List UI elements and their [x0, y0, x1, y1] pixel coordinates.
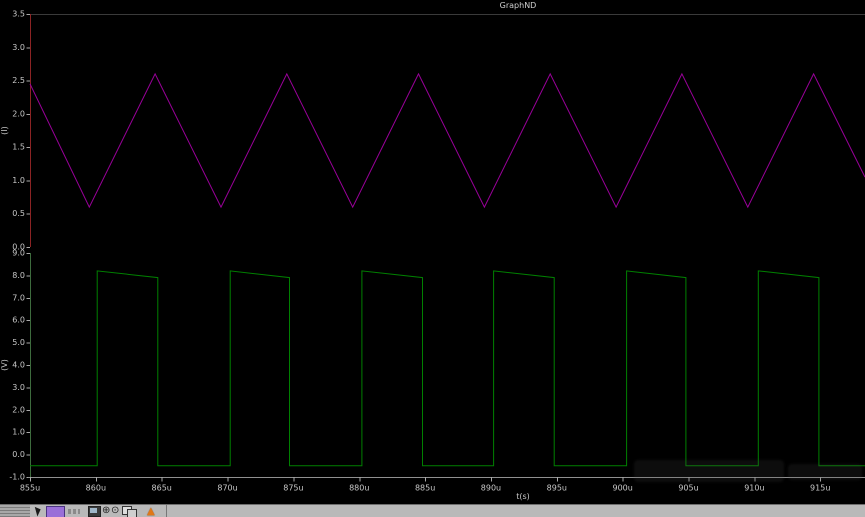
x-tick-label: 865u — [152, 484, 172, 493]
x-tick-label: 910u — [744, 484, 764, 493]
x-tick-label: 900u — [612, 484, 632, 493]
y-tick-label: 0.0 — [12, 450, 25, 459]
y-tick-label: 3.0 — [12, 43, 25, 52]
x-tick-label: 870u — [217, 484, 237, 493]
y-tick-label: 3.0 — [12, 383, 25, 392]
x-tick-label: 905u — [678, 484, 698, 493]
y-tick-label: 1.5 — [12, 143, 25, 152]
x-tick-label: 895u — [547, 484, 567, 493]
tool-label-marks — [68, 509, 80, 514]
x-tick-label: 880u — [349, 484, 369, 493]
y-axis-unit-label: (I) — [0, 126, 9, 135]
y-tick-label: 6.0 — [12, 316, 25, 325]
x-tick-label: 890u — [481, 484, 501, 493]
windows-icon[interactable] — [122, 506, 137, 517]
watermark — [788, 464, 862, 480]
toolbar-separator — [166, 505, 167, 517]
y-tick-label: 4.0 — [12, 361, 25, 370]
monitor-icon[interactable] — [88, 506, 101, 517]
target-circle-icon[interactable]: ⊙ — [111, 506, 119, 516]
y-tick-label: 9.0 — [12, 249, 25, 258]
y-tick-label: 3.5 — [12, 10, 25, 19]
y-tick-label: 0.5 — [12, 209, 25, 218]
y-tick-label: 2.0 — [12, 405, 25, 414]
y-tick-label: 2.5 — [12, 76, 25, 85]
active-tool-icon[interactable] — [46, 506, 65, 517]
y-tick-label: 8.0 — [12, 271, 25, 280]
x-tick-label: 855u — [20, 484, 40, 493]
y-tick-label: 1.0 — [12, 176, 25, 185]
warning-icon[interactable]: ▲ — [147, 506, 155, 517]
app-grip-icon[interactable] — [0, 505, 30, 517]
y-tick-label: -1.0 — [9, 473, 25, 482]
x-tick-label: 875u — [283, 484, 303, 493]
y-tick-label: 5.0 — [12, 338, 25, 347]
y-tick-label: 2.0 — [12, 109, 25, 118]
x-tick-label: 915u — [810, 484, 830, 493]
triangle-wave — [29, 72, 865, 209]
y-tick-label: 1.0 — [12, 428, 25, 437]
y-axis-unit-label: (V) — [0, 359, 9, 371]
watermark — [634, 460, 784, 482]
square-wave — [30, 270, 865, 467]
cursor-icon[interactable] — [34, 505, 43, 517]
graph-window: GraphND 0.0 0.5 1.0 1.5 2.0 2.5 3.0 3.5 (I) -1.0 0… — [0, 0, 865, 517]
zoom-circle-icon[interactable]: ⊕ — [102, 506, 110, 516]
x-tick-label: 885u — [415, 484, 435, 493]
x-axis-label: t(s) — [516, 492, 530, 501]
waveform-plot[interactable]: 0.00.51.01.52.02.53.03.5(I)-1.00.01.02.0… — [0, 0, 865, 505]
x-tick-label: 860u — [86, 484, 106, 493]
taskbar: ⊕ ⊙ ▲ — [0, 504, 865, 517]
y-tick-label: 7.0 — [12, 293, 25, 302]
